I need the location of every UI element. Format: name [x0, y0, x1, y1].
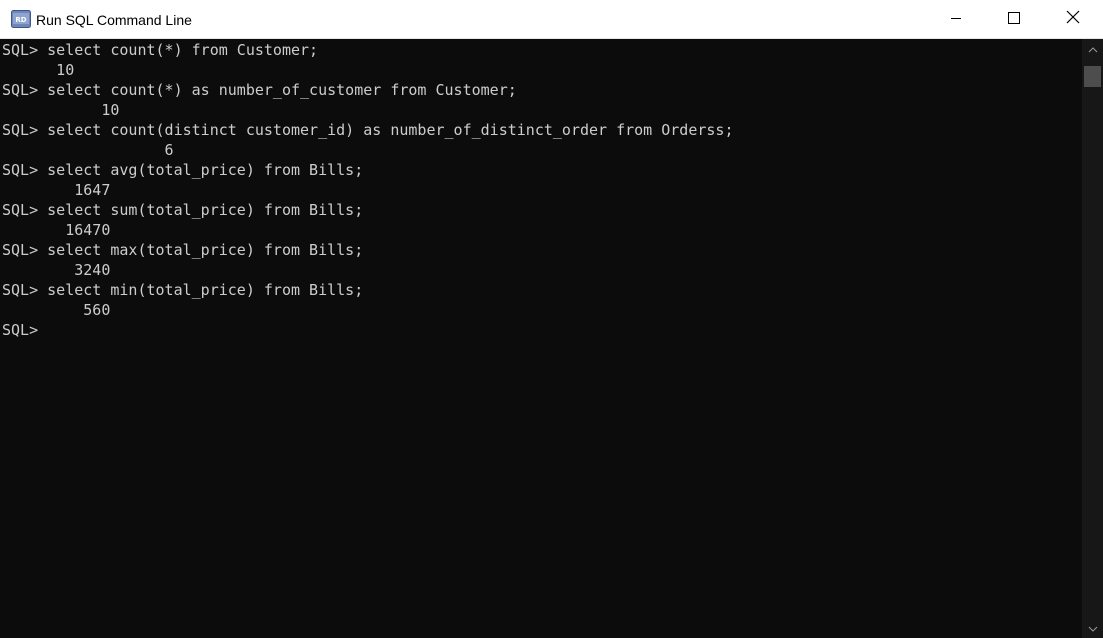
svg-text:RD: RD: [15, 16, 26, 24]
maximize-icon: [1008, 11, 1020, 29]
scroll-up-button[interactable]: [1082, 39, 1103, 59]
maximize-button[interactable]: [985, 0, 1043, 39]
console-line-query: SQL> select count(distinct customer_id) …: [2, 121, 734, 139]
close-icon: [1066, 10, 1080, 29]
console-line-query: SQL> select max(total_price) from Bills;: [2, 241, 364, 259]
console-line-query: SQL> select count(*) from Customer;: [2, 41, 319, 59]
scroll-thumb[interactable]: [1084, 66, 1101, 87]
console-line-query: SQL> select min(total_price) from Bills;: [2, 281, 364, 299]
console-line-result: 10: [2, 61, 75, 79]
console-line-result: 6: [2, 141, 174, 159]
close-button[interactable]: [1044, 0, 1102, 39]
scroll-down-button[interactable]: [1082, 618, 1103, 638]
console-line-result: 10: [2, 101, 120, 119]
console-line-result: 3240: [2, 261, 111, 279]
console-line-query: SQL> select count(*) as number_of_custom…: [2, 81, 517, 99]
console-line-query: SQL> select avg(total_price) from Bills;: [2, 161, 364, 179]
vertical-scrollbar[interactable]: [1082, 39, 1103, 638]
minimize-button[interactable]: [927, 0, 985, 39]
sql-icon: RD: [11, 10, 31, 28]
window-title: Run SQL Command Line: [36, 12, 192, 28]
chevron-down-icon: [1088, 619, 1098, 637]
console-line-query: SQL> select sum(total_price) from Bills;: [2, 201, 364, 219]
console-output[interactable]: SQL> select count(*) from Customer; 10 S…: [0, 39, 1082, 638]
console-line-result: 560: [2, 301, 111, 319]
chevron-up-icon: [1088, 40, 1098, 58]
console-prompt[interactable]: SQL>: [2, 320, 38, 340]
console-line-result: 16470: [2, 221, 111, 239]
console-line-result: 1647: [2, 181, 111, 199]
minimize-icon: [950, 11, 962, 29]
title-bar: RD Run SQL Command Line: [0, 0, 1103, 39]
